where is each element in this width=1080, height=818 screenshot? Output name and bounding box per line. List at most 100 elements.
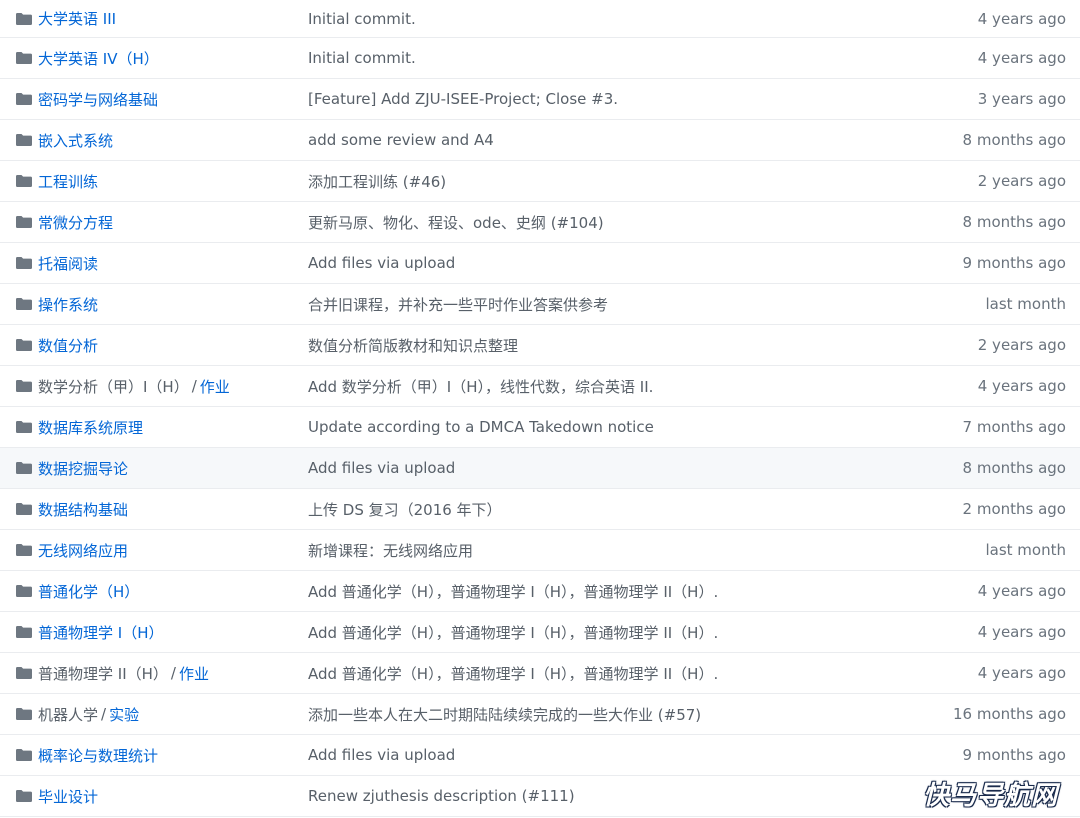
commit-age: 4 years ago bbox=[977, 623, 1066, 641]
folder-icon bbox=[16, 52, 32, 64]
folder-link[interactable]: 工程训练 bbox=[38, 171, 98, 192]
folder-link[interactable]: 托福阅读 bbox=[38, 253, 98, 274]
folder-link[interactable]: 普通化学（H） bbox=[38, 581, 139, 602]
commit-age: 4 years ago bbox=[977, 377, 1066, 395]
commit-age: 8 months ago bbox=[962, 459, 1066, 477]
table-row: 大学英语 IV（H） Initial commit. 4 years ago bbox=[0, 38, 1080, 79]
commit-message[interactable]: [Feature] Add ZJU-ISEE-Project; Close #3… bbox=[308, 79, 618, 119]
folder-icon bbox=[16, 585, 32, 597]
commit-age: 2 years ago bbox=[977, 336, 1066, 354]
commit-message[interactable]: Initial commit. bbox=[308, 38, 416, 78]
table-row: 密码学与网络基础 [Feature] Add ZJU-ISEE-Project;… bbox=[0, 79, 1080, 120]
folder-link[interactable]: 普通物理学 I（H） bbox=[38, 622, 163, 643]
folder-icon bbox=[16, 175, 32, 187]
table-row: 数据库系统原理 Update according to a DMCA Taked… bbox=[0, 407, 1080, 448]
commit-message[interactable]: Initial commit. bbox=[308, 0, 416, 37]
table-row: 常微分方程 更新马原、物化、程设、ode、史纲 (#104) 8 months … bbox=[0, 202, 1080, 243]
commit-message[interactable]: 上传 DS 复习（2016 年下） bbox=[308, 489, 502, 529]
table-row: 普通物理学 II（H） / 作业 Add 普通化学（H），普通物理学 I（H），… bbox=[0, 653, 1080, 694]
table-row: 大学英语 III Initial commit. 4 years ago bbox=[0, 0, 1080, 38]
commit-message[interactable]: Add 数学分析（甲）I（H），线性代数，综合英语 II. bbox=[308, 366, 653, 406]
commit-age: 16 months ago bbox=[952, 705, 1066, 723]
folder-icon bbox=[16, 339, 32, 351]
subfolder-link[interactable]: 作业 bbox=[179, 663, 209, 684]
table-row: 机器人学 / 实验 添加一些本人在大二时期陆陆续续完成的一些大作业 (#57) … bbox=[0, 694, 1080, 735]
path-separator: / bbox=[101, 705, 107, 723]
commit-age: last month bbox=[985, 295, 1066, 313]
commit-message[interactable]: Add 普通化学（H），普通物理学 I（H），普通物理学 II（H）. bbox=[308, 612, 718, 652]
commit-age: last month bbox=[985, 541, 1066, 559]
commit-message[interactable]: Add files via upload bbox=[308, 243, 455, 283]
commit-message[interactable]: Renew zjuthesis description (#111) bbox=[308, 776, 575, 816]
table-row: 普通化学（H） Add 普通化学（H），普通物理学 I（H），普通物理学 II（… bbox=[0, 571, 1080, 612]
folder-icon bbox=[16, 708, 32, 720]
folder-icon bbox=[16, 503, 32, 515]
table-row: 数据挖掘导论 Add files via upload 8 months ago bbox=[0, 448, 1080, 489]
commit-age: 8 months ago bbox=[962, 131, 1066, 149]
commit-age: 4 years ago bbox=[977, 49, 1066, 67]
folder-link[interactable]: 普通物理学 II（H） bbox=[38, 663, 168, 684]
folder-link[interactable]: 常微分方程 bbox=[38, 212, 113, 233]
folder-link[interactable]: 数学分析（甲）I（H） bbox=[38, 376, 189, 397]
table-row: 托福阅读 Add files via upload 9 months ago bbox=[0, 243, 1080, 284]
folder-icon bbox=[16, 749, 32, 761]
table-row: 毕业设计 Renew zjuthesis description (#111) bbox=[0, 776, 1080, 817]
commit-age: 4 years ago bbox=[977, 664, 1066, 682]
file-list: 大学英语 III Initial commit. 4 years ago 大学英… bbox=[0, 0, 1080, 817]
folder-icon bbox=[16, 667, 32, 679]
folder-link[interactable]: 嵌入式系统 bbox=[38, 130, 113, 151]
commit-age: 2 years ago bbox=[977, 172, 1066, 190]
table-row: 普通物理学 I（H） Add 普通化学（H），普通物理学 I（H），普通物理学 … bbox=[0, 612, 1080, 653]
commit-age: 2 months ago bbox=[962, 500, 1066, 518]
folder-link[interactable]: 毕业设计 bbox=[38, 786, 98, 807]
folder-link[interactable]: 数值分析 bbox=[38, 335, 98, 356]
commit-message[interactable]: Update according to a DMCA Takedown noti… bbox=[308, 407, 654, 447]
folder-link[interactable]: 数据库系统原理 bbox=[38, 417, 143, 438]
table-row: 数值分析 数值分析简版教材和知识点整理 2 years ago bbox=[0, 325, 1080, 366]
folder-icon bbox=[16, 790, 32, 802]
table-row: 工程训练 添加工程训练 (#46) 2 years ago bbox=[0, 161, 1080, 202]
folder-link[interactable]: 无线网络应用 bbox=[38, 540, 128, 561]
commit-age: 8 months ago bbox=[962, 213, 1066, 231]
commit-age: 4 years ago bbox=[977, 9, 1066, 28]
folder-link[interactable]: 数据挖掘导论 bbox=[38, 458, 128, 479]
table-row: 操作系统 合并旧课程，并补充一些平时作业答案供参考 last month bbox=[0, 284, 1080, 325]
path-separator: / bbox=[191, 377, 197, 395]
table-row: 数据结构基础 上传 DS 复习（2016 年下） 2 months ago bbox=[0, 489, 1080, 530]
folder-icon bbox=[16, 626, 32, 638]
table-row: 无线网络应用 新增课程：无线网络应用 last month bbox=[0, 530, 1080, 571]
folder-icon bbox=[16, 257, 32, 269]
folder-link[interactable]: 机器人学 bbox=[38, 704, 98, 725]
folder-icon bbox=[16, 380, 32, 392]
site-watermark: 快马导航网 bbox=[922, 781, 1058, 811]
commit-message[interactable]: 新增课程：无线网络应用 bbox=[308, 530, 473, 570]
commit-message[interactable]: 更新马原、物化、程设、ode、史纲 (#104) bbox=[308, 202, 604, 242]
folder-link[interactable]: 数据结构基础 bbox=[38, 499, 128, 520]
table-row: 数学分析（甲）I（H） / 作业 Add 数学分析（甲）I（H），线性代数，综合… bbox=[0, 366, 1080, 407]
folder-icon bbox=[16, 216, 32, 228]
folder-link[interactable]: 概率论与数理统计 bbox=[38, 745, 158, 766]
folder-link[interactable]: 密码学与网络基础 bbox=[38, 89, 158, 110]
folder-icon bbox=[16, 298, 32, 310]
subfolder-link[interactable]: 实验 bbox=[109, 704, 139, 725]
table-row: 概率论与数理统计 Add files via upload 9 months a… bbox=[0, 735, 1080, 776]
commit-message[interactable]: Add 普通化学（H），普通物理学 I（H），普通物理学 II（H）. bbox=[308, 653, 718, 693]
subfolder-link[interactable]: 作业 bbox=[200, 376, 230, 397]
folder-icon bbox=[16, 462, 32, 474]
folder-link[interactable]: 大学英语 IV（H） bbox=[38, 48, 159, 69]
commit-message[interactable]: add some review and A4 bbox=[308, 120, 494, 160]
folder-link[interactable]: 大学英语 III bbox=[38, 8, 116, 29]
commit-age: 4 years ago bbox=[977, 582, 1066, 600]
commit-message[interactable]: Add files via upload bbox=[308, 735, 455, 775]
folder-icon bbox=[16, 134, 32, 146]
commit-message[interactable]: 数值分析简版教材和知识点整理 bbox=[308, 325, 518, 365]
path-separator: / bbox=[170, 664, 176, 682]
folder-link[interactable]: 操作系统 bbox=[38, 294, 98, 315]
commit-message[interactable]: Add files via upload bbox=[308, 448, 455, 488]
commit-message[interactable]: 添加工程训练 (#46) bbox=[308, 161, 446, 201]
commit-message[interactable]: 添加一些本人在大二时期陆陆续续完成的一些大作业 (#57) bbox=[308, 694, 701, 734]
commit-message[interactable]: 合并旧课程，并补充一些平时作业答案供参考 bbox=[308, 284, 608, 324]
commit-age: 3 years ago bbox=[977, 90, 1066, 108]
commit-message[interactable]: Add 普通化学（H），普通物理学 I（H），普通物理学 II（H）. bbox=[308, 571, 718, 611]
folder-icon bbox=[16, 421, 32, 433]
